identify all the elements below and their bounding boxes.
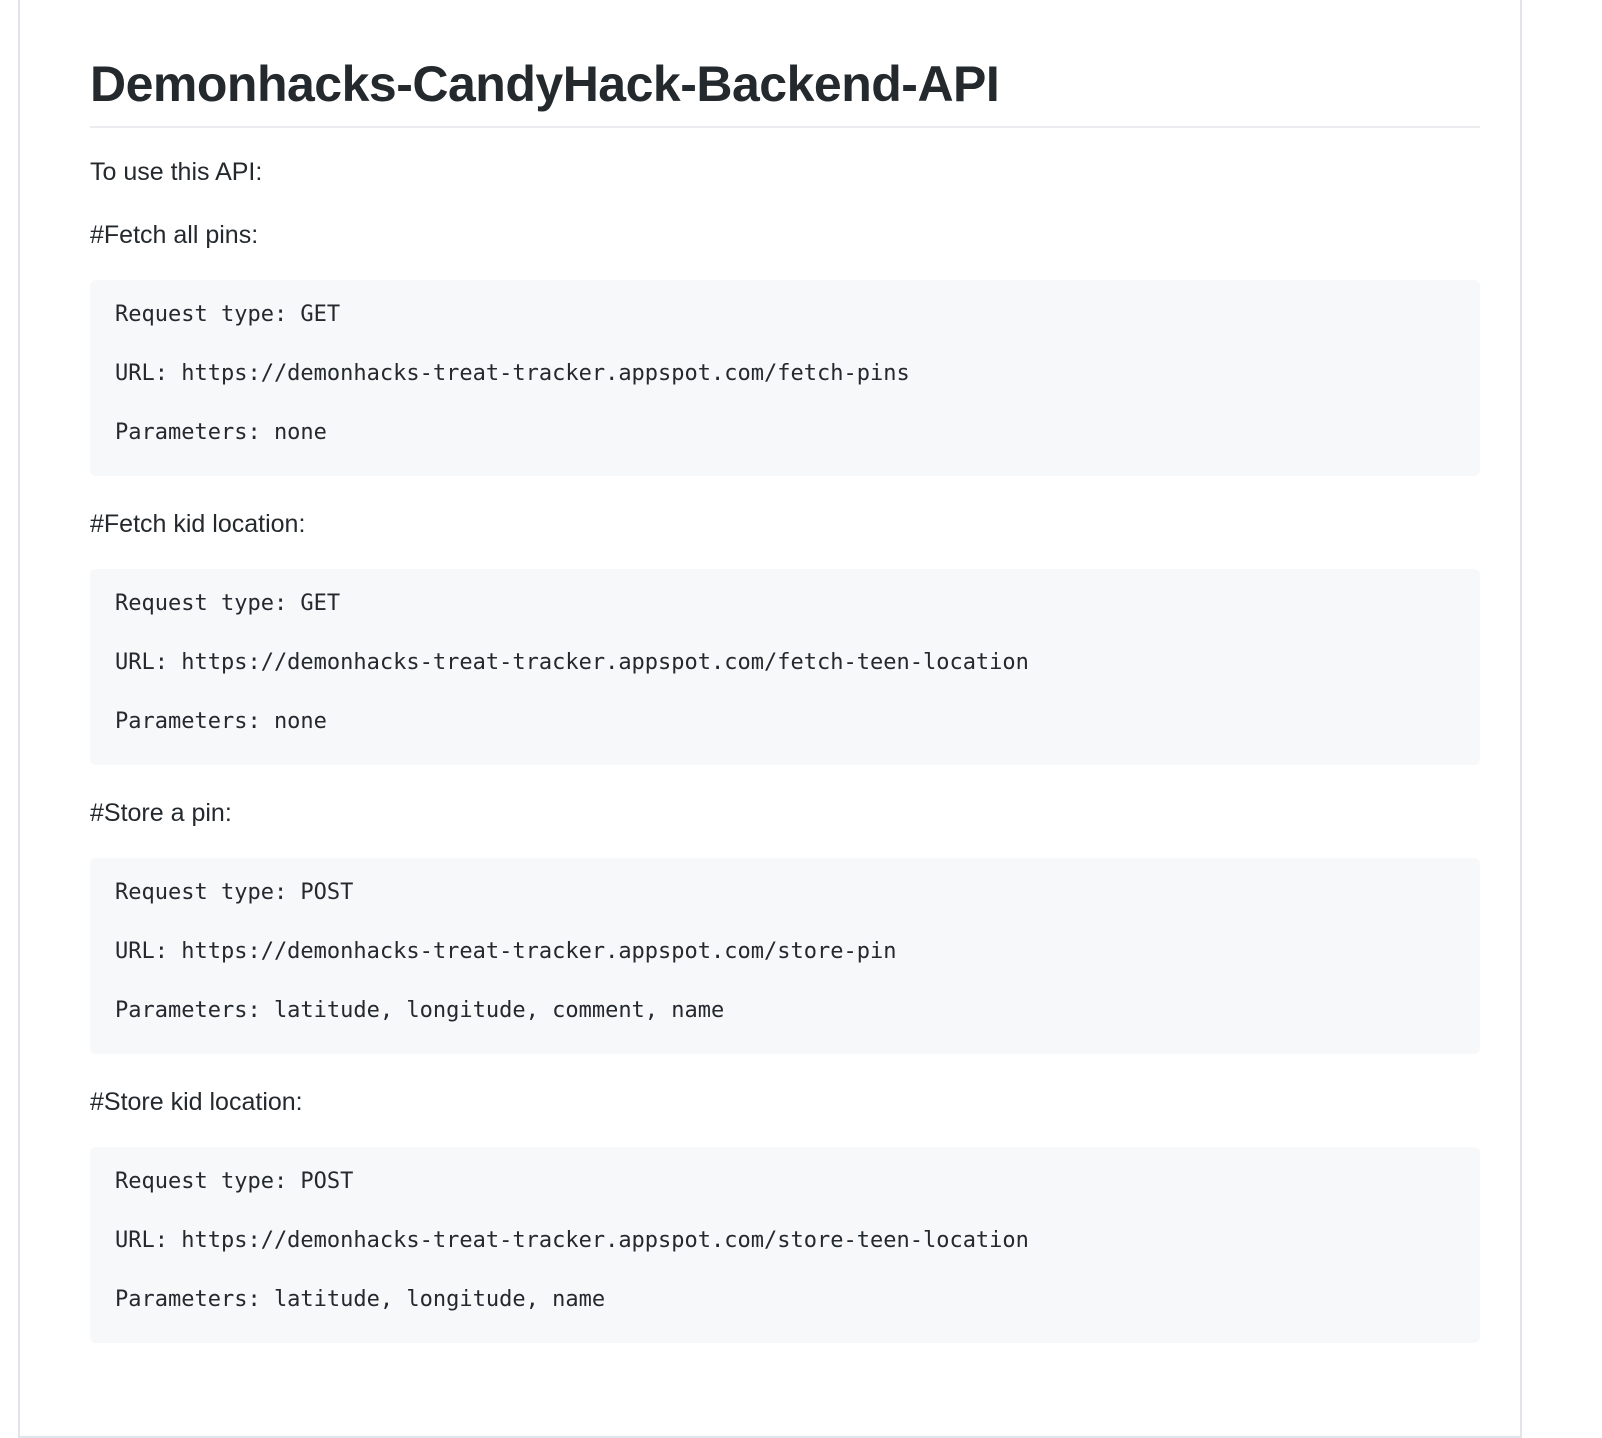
url-line: URL: https://demonhacks-treat-tracker.ap… <box>115 939 897 964</box>
url-line: URL: https://demonhacks-treat-tracker.ap… <box>115 1228 1029 1253</box>
section-heading: #Store kid location: <box>90 1088 303 1116</box>
request-type-line: Request type: GET <box>115 302 341 327</box>
code-block: Request type: GET URL: https://demonhack… <box>90 280 1480 476</box>
section-heading: #Fetch all pins: <box>90 221 259 249</box>
url-line: URL: https://demonhacks-treat-tracker.ap… <box>115 650 1029 675</box>
request-type-line: Request type: GET <box>115 591 341 616</box>
parameters-line: Parameters: latitude, longitude, comment… <box>115 998 725 1023</box>
url-line: URL: https://demonhacks-treat-tracker.ap… <box>115 361 910 386</box>
section-heading: #Store a pin: <box>90 799 232 827</box>
parameters-line: Parameters: none <box>115 420 327 445</box>
code-block: Request type: GET URL: https://demonhack… <box>90 569 1480 765</box>
readme-title: Demonhacks-CandyHack-Backend-API <box>90 0 1480 128</box>
intro-text: To use this API: <box>90 158 263 186</box>
request-type-line: Request type: POST <box>115 880 354 905</box>
code-block: Request type: POST URL: https://demonhac… <box>90 858 1480 1054</box>
section-fetch-all-pins: #Fetch all pins: Request type: GET URL: … <box>90 219 1480 476</box>
section-fetch-kid-location: #Fetch kid location: Request type: GET U… <box>90 508 1480 765</box>
request-type-line: Request type: POST <box>115 1169 354 1194</box>
section-store-a-pin: #Store a pin: Request type: POST URL: ht… <box>90 797 1480 1054</box>
parameters-line: Parameters: none <box>115 709 327 734</box>
section-store-kid-location: #Store kid location: Request type: POST … <box>90 1086 1480 1343</box>
parameters-line: Parameters: latitude, longitude, name <box>115 1287 606 1312</box>
section-heading: #Fetch kid location: <box>90 510 306 538</box>
readme-body: Demonhacks-CandyHack-Backend-API To use … <box>90 0 1480 1343</box>
code-block: Request type: POST URL: https://demonhac… <box>90 1147 1480 1343</box>
